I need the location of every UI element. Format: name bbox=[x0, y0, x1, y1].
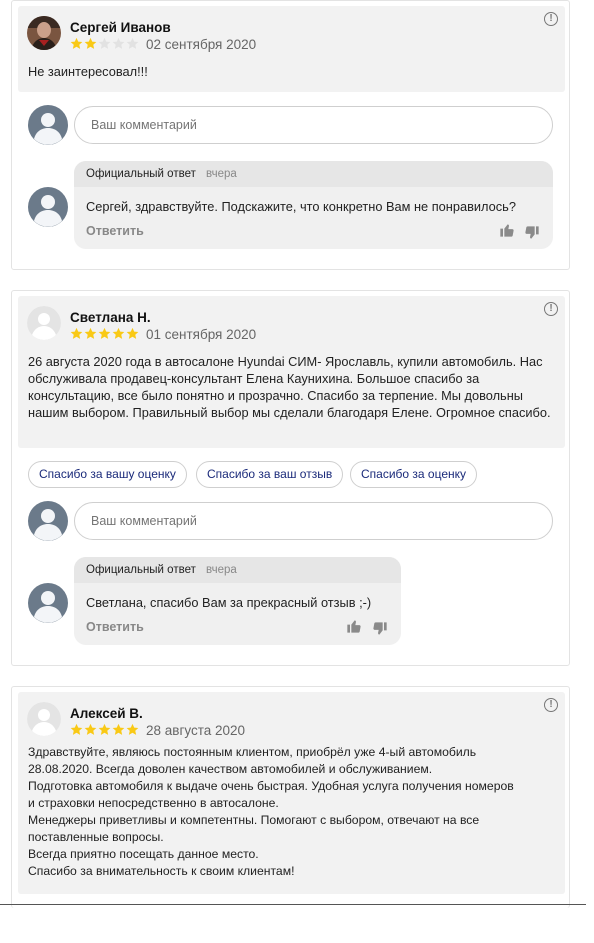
official-reply-header: Официальный ответ вчера bbox=[74, 161, 553, 187]
quick-reply-chip[interactable]: Спасибо за вашу оценку bbox=[28, 461, 187, 488]
thumb-up-icon[interactable] bbox=[499, 222, 515, 238]
star-filled-icon bbox=[98, 723, 111, 736]
reply-button[interactable]: Ответить bbox=[86, 620, 144, 634]
review-date: 02 сентября 2020 bbox=[146, 37, 257, 52]
review-author[interactable]: Светлана Н. bbox=[70, 310, 151, 325]
star-filled-icon bbox=[70, 37, 83, 50]
star-filled-icon bbox=[112, 327, 125, 340]
report-icon[interactable]: ! bbox=[544, 12, 558, 26]
review-text-line: Спасибо за внимательность к своим клиент… bbox=[28, 864, 295, 878]
review-author[interactable]: Алексей В. bbox=[70, 706, 143, 721]
user-silhouette-icon bbox=[27, 702, 61, 736]
review-text: Не заинтересовал!!! bbox=[28, 64, 148, 79]
review-card: Алексей В. 28 августа 2020 ! Здравствуйт… bbox=[11, 686, 570, 908]
star-empty-icon bbox=[98, 37, 111, 50]
review-date: 28 августа 2020 bbox=[146, 723, 246, 738]
thumb-down-icon[interactable] bbox=[372, 621, 388, 637]
review-text-line: Здравствуйте, являюсь постоянным клиенто… bbox=[28, 745, 477, 759]
review-card: Светлана Н. 01 сентября 2020 ! 26 август… bbox=[11, 290, 570, 666]
company-avatar-icon bbox=[28, 187, 68, 227]
star-filled-icon bbox=[126, 723, 139, 736]
avatar[interactable] bbox=[27, 702, 61, 736]
thumb-up-icon[interactable] bbox=[346, 618, 362, 634]
company-avatar-icon bbox=[28, 583, 68, 623]
review-text-line: 28.08.2020. Всегда доволен качеством авт… bbox=[28, 762, 433, 776]
star-filled-icon bbox=[84, 327, 97, 340]
official-reply: Официальный ответ вчера Сергей, здравств… bbox=[74, 161, 553, 249]
review-text-line: поставленные вопросы. bbox=[28, 830, 164, 844]
user-avatar-icon bbox=[28, 105, 68, 145]
user-silhouette-icon bbox=[27, 306, 61, 340]
divider bbox=[0, 904, 586, 905]
quick-reply-chip[interactable]: Спасибо за оценку bbox=[350, 461, 478, 488]
star-filled-icon bbox=[84, 37, 97, 50]
avatar[interactable] bbox=[27, 16, 61, 50]
review-text-line: Подготовка автомобиля к выдаче очень быс… bbox=[28, 779, 514, 793]
official-reply-label: Официальный ответ bbox=[86, 168, 196, 180]
review-text: Здравствуйте, являюсь постоянным клиенто… bbox=[28, 744, 551, 880]
review-body: Алексей В. 28 августа 2020 ! Здравствуйт… bbox=[18, 692, 565, 894]
review-text-line: Менеджеры приветливы и компетентны. Помо… bbox=[28, 813, 480, 827]
comment-input[interactable] bbox=[74, 502, 553, 540]
star-filled-icon bbox=[112, 723, 125, 736]
star-filled-icon bbox=[70, 327, 83, 340]
official-reply-text: Сергей, здравствуйте. Подскажите, что ко… bbox=[86, 199, 516, 214]
star-filled-icon bbox=[126, 327, 139, 340]
official-reply-header: Официальный ответ вчера bbox=[74, 557, 401, 583]
review-body: Сергей Иванов 02 сентября 2020 ! Не заин… bbox=[18, 6, 565, 92]
comment-input[interactable] bbox=[74, 106, 553, 144]
official-reply-text: Светлана, спасибо Вам за прекрасный отзы… bbox=[86, 595, 372, 610]
report-icon[interactable]: ! bbox=[544, 302, 558, 316]
official-reply-label: Официальный ответ bbox=[86, 564, 196, 576]
official-reply: Официальный ответ вчера Светлана, спасиб… bbox=[74, 557, 401, 645]
rating-stars bbox=[70, 723, 139, 736]
official-reply-time: вчера bbox=[206, 564, 237, 576]
star-filled-icon bbox=[98, 327, 111, 340]
review-body: Светлана Н. 01 сентября 2020 ! 26 август… bbox=[18, 296, 565, 448]
quick-reply-chip[interactable]: Спасибо за ваш отзыв bbox=[196, 461, 344, 488]
review-text: 26 августа 2020 года в автосалоне Hyunda… bbox=[28, 354, 551, 420]
review-text-line: и страховки непосредственно в автосалоне… bbox=[28, 796, 279, 810]
review-author[interactable]: Сергей Иванов bbox=[70, 20, 171, 35]
star-empty-icon bbox=[112, 37, 125, 50]
user-avatar-icon bbox=[28, 501, 68, 541]
report-icon[interactable]: ! bbox=[544, 698, 558, 712]
star-filled-icon bbox=[70, 723, 83, 736]
rating-stars bbox=[70, 327, 139, 340]
rating-stars bbox=[70, 37, 139, 50]
star-empty-icon bbox=[126, 37, 139, 50]
star-filled-icon bbox=[84, 723, 97, 736]
review-card: Сергей Иванов 02 сентября 2020 ! Не заин… bbox=[11, 0, 570, 270]
review-text-line: Всегда приятно посещать данное место. bbox=[28, 847, 259, 861]
official-reply-time: вчера bbox=[206, 168, 237, 180]
avatar[interactable] bbox=[27, 306, 61, 340]
thumb-down-icon[interactable] bbox=[524, 225, 540, 241]
review-date: 01 сентября 2020 bbox=[146, 327, 257, 342]
quick-reply-chips: Спасибо за вашу оценку Спасибо за ваш от… bbox=[28, 461, 558, 489]
reply-button[interactable]: Ответить bbox=[86, 224, 144, 238]
